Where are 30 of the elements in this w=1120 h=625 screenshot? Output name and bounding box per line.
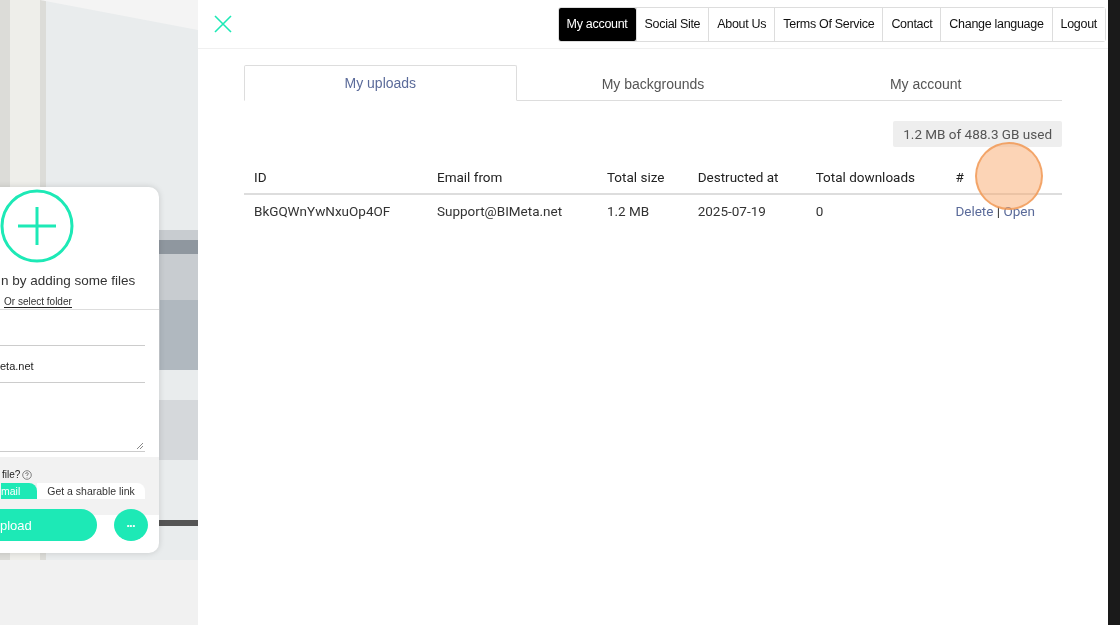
column-header: Total downloads (805, 161, 946, 194)
table-cell: 0 (805, 194, 946, 227)
column-header: Destructed at (687, 161, 806, 194)
tab[interactable]: My backgrounds (516, 65, 790, 101)
scrollbar[interactable] (1108, 0, 1120, 625)
storage-usage: 1.2 MB of 488.3 GB used (893, 121, 1062, 147)
help-icon[interactable] (22, 469, 33, 480)
share-question: file? (2, 469, 33, 480)
nav-link[interactable]: My account (558, 7, 636, 41)
column-header: # (945, 161, 1062, 194)
column-header: Email from (426, 161, 597, 194)
add-files-prompt: n by adding some files (1, 273, 136, 288)
tab[interactable]: My account (789, 65, 1062, 101)
table-cell: Support@BIMeta.net (426, 194, 597, 227)
separator: | (996, 203, 1001, 219)
column-header: ID (244, 161, 427, 194)
tab[interactable]: My uploads (244, 65, 517, 101)
table-cell: BkGQWnYwNxuOp4OF (244, 194, 427, 227)
close-icon[interactable] (214, 15, 232, 33)
column-header: Total size (596, 161, 688, 194)
table-cell: 2025-07-19 (687, 194, 806, 227)
add-files-icon[interactable] (0, 189, 74, 263)
resize-handle-icon[interactable] (136, 442, 144, 450)
share-option-tab[interactable]: Get a sharable link (37, 483, 145, 499)
nav-link[interactable]: Logout (1051, 7, 1105, 41)
email-field[interactable]: eta.net (0, 360, 34, 372)
action-link[interactable]: Delete (955, 203, 994, 219)
table-cell: 1.2 MB (596, 194, 688, 227)
select-folder-link[interactable]: Or select folder (4, 296, 72, 308)
action-link[interactable]: Open (1003, 203, 1035, 219)
